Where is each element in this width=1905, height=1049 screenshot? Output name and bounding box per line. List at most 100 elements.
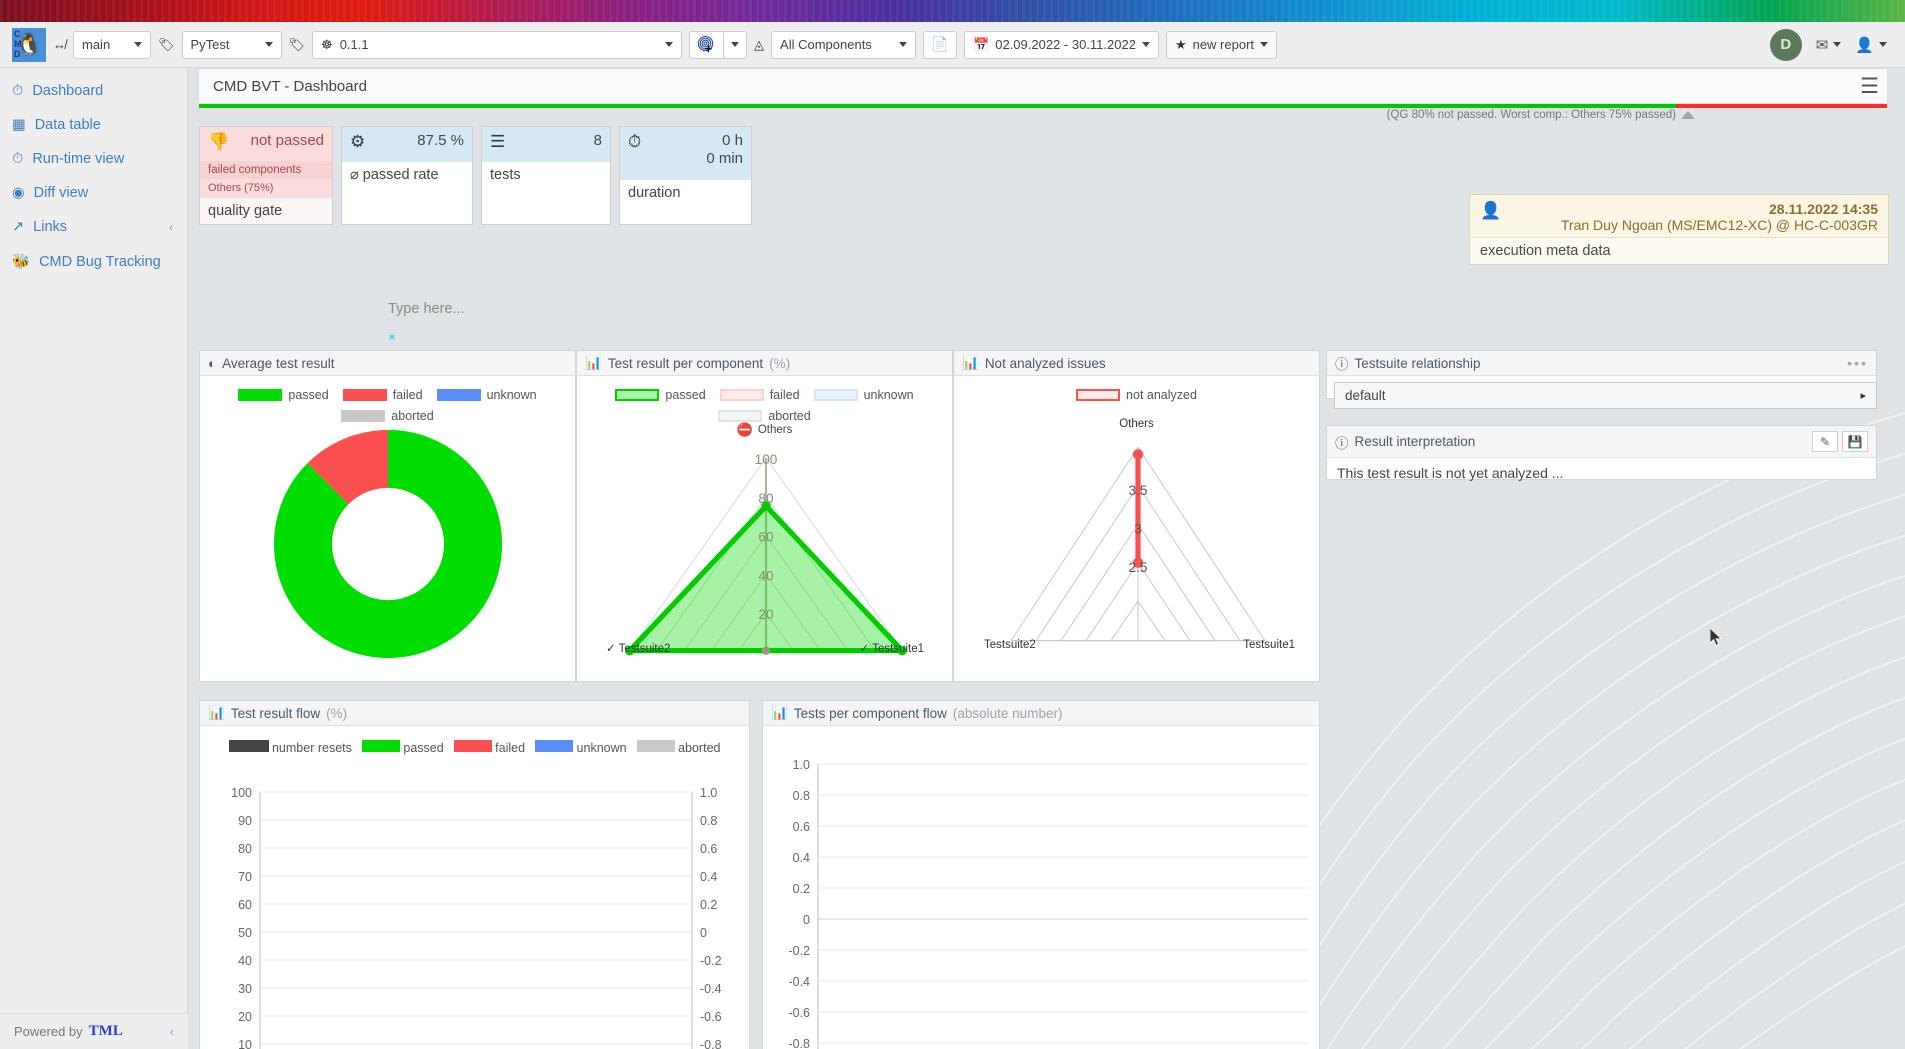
copy-icon: 📄 (931, 36, 948, 53)
legend-swatch-passed (238, 389, 282, 401)
sidebar-item-cmd-bug-tracking[interactable]: 🐝 CMD Bug Tracking (0, 244, 187, 279)
y-right-tick: 0.6 (700, 842, 717, 856)
legend-item-number-resets[interactable]: number resets (229, 740, 352, 755)
version-star-icon: ☸ (321, 37, 333, 53)
components-select[interactable]: All Components (771, 31, 916, 59)
collapse-triangle-icon[interactable] (1681, 111, 1695, 119)
legend-item-failed[interactable]: failed (343, 388, 423, 402)
radar-axis-label-testsuite2: ✓ Testsuite2 (606, 641, 670, 655)
meta-date: 28.11.2022 14:35 (1511, 201, 1878, 217)
branch-value: main (82, 37, 110, 52)
target-icon: ◉ (12, 185, 25, 201)
version-select[interactable]: ☸ 0.1.1 (312, 31, 682, 59)
panel-subtitle: (%) (769, 356, 790, 371)
radar-tick-60: 60 (758, 530, 774, 545)
y-tick: 0.4 (793, 851, 810, 865)
mouse-cursor (1710, 628, 1722, 647)
rainbow-strip (0, 0, 1905, 22)
bar-chart-icon: 📊 (208, 705, 225, 721)
chevron-right-icon: ▸ (1860, 389, 1866, 402)
legend-label: aborted (391, 409, 433, 423)
radar-axis-label-testsuite1: Testsuite1 (1243, 639, 1295, 651)
person-icon: 👤 (1480, 201, 1501, 233)
messages-menu[interactable]: ✉ (1816, 36, 1842, 54)
kpi-duration[interactable]: ⏱ 0 h 0 min duration (619, 126, 752, 225)
kpi-label: duration (620, 179, 751, 206)
fingerprint-dropdown-toggle[interactable] (723, 31, 747, 59)
page-title-bar: CMD BVT - Dashboard ☰ (198, 68, 1888, 104)
sidebar-item-dashboard[interactable]: ⏱ Dashboard (0, 74, 187, 108)
sidebar-item-links[interactable]: ↗ Links ‹ (0, 210, 187, 244)
legend-item-aborted[interactable]: aborted (637, 740, 721, 755)
y-left-tick: 10 (238, 1038, 252, 1049)
axis-label: Others (1119, 418, 1154, 430)
radar-tick-100: 100 (755, 452, 778, 467)
legend-item-passed[interactable]: passed (238, 388, 328, 402)
fingerprint-split-button[interactable] (689, 31, 747, 59)
save-icon[interactable]: 💾 (1842, 431, 1868, 452)
axis-label: Testsuite1 (1243, 639, 1295, 651)
legend-item-unknown[interactable]: unknown (814, 388, 914, 402)
user-menu[interactable]: 👤 (1855, 36, 1887, 54)
legend-item-unknown[interactable]: unknown (437, 388, 537, 402)
mail-icon: ✉ (1816, 36, 1829, 54)
page-menu-button[interactable]: ☰ (1860, 74, 1879, 99)
new-report-button[interactable]: ★ new report (1166, 31, 1277, 59)
chevron-down-icon (265, 42, 273, 47)
kpi-value: not passed (251, 132, 324, 150)
y-left-tick: 40 (238, 954, 252, 968)
legend-item-passed[interactable]: passed (615, 388, 705, 402)
radar-axis-label-others: ⛔ Others (737, 422, 793, 438)
legend-label: aborted (678, 741, 720, 755)
result-interpretation-text: This test result is not yet analyzed ... (1327, 458, 1876, 488)
axis-label: Testsuite1 (872, 643, 924, 655)
y-left-tick: 90 (238, 814, 252, 828)
tag-input-placeholder[interactable]: Type here... (388, 301, 465, 317)
legend-item-failed[interactable]: failed (454, 740, 525, 755)
chevron-down-icon (899, 42, 907, 47)
y-tick: 0.6 (793, 820, 810, 834)
sidebar-item-run-time-view[interactable]: ⏱ Run-time view (0, 142, 187, 176)
execution-meta-card: 👤 28.11.2022 14:35 Tran Duy Ngoan (MS/EM… (1469, 194, 1889, 265)
app-logo[interactable]: CMD 🐧 (12, 28, 46, 62)
blocked-icon: ⛔ (737, 422, 753, 438)
tml-brand[interactable]: TML (89, 1023, 123, 1040)
chevron-down-icon (665, 42, 673, 47)
kpi-tests[interactable]: ☰ 8 tests (481, 126, 611, 225)
gear-icon: ⚙ (350, 132, 365, 152)
legend-item-passed[interactable]: passed (362, 740, 444, 755)
kpi-passed-rate[interactable]: ⚙ 87.5 % ⌀ passed rate (341, 126, 473, 225)
legend-item-not-analyzed[interactable]: not analyzed (1076, 388, 1197, 402)
line-chart-tests-per-component-flow[interactable]: 1.0 0.8 0.6 0.4 0.2 0 -0.2 -0.4 -0.6 -0.… (763, 734, 1321, 1049)
sidebar-item-diff-view[interactable]: ◉ Diff view (0, 176, 187, 210)
branch-select[interactable]: main (73, 31, 151, 59)
radar-tick-40: 40 (758, 568, 774, 583)
testsuite-relationship-select[interactable]: default ▸ (1334, 382, 1877, 409)
fingerprint-add-icon[interactable] (689, 31, 723, 59)
y-right-tick: -0.6 (700, 1010, 722, 1024)
y-tick: -0.2 (788, 944, 810, 958)
dashboard-icon: ⏱ (12, 83, 23, 99)
legend-item-aborted[interactable]: aborted (210, 409, 565, 423)
sidebar-collapse-button[interactable]: ‹ (170, 1024, 174, 1039)
sidebar-item-data-table[interactable]: ▦ Data table (0, 108, 187, 142)
avatar[interactable]: D (1770, 29, 1802, 61)
panel-title: Tests per component flow (794, 706, 947, 721)
panel-menu-button[interactable]: ••• (1847, 355, 1868, 371)
date-range-button[interactable]: 📅 02.09.2022 - 30.11.2022 (964, 31, 1159, 59)
project-select[interactable]: PyTest (182, 31, 282, 59)
sidebar-item-label: Dashboard (32, 83, 103, 99)
legend-item-unknown[interactable]: unknown (535, 740, 627, 755)
bar-chart-icon: 📊 (771, 705, 788, 721)
radar-chart-not-analyzed-issues[interactable]: 3.5 3 2.5 (966, 416, 1310, 676)
axis-label: Testsuite2 (619, 643, 671, 655)
line-chart-test-result-flow[interactable]: 100 90 80 70 60 50 40 30 20 10 0 1.0 (200, 774, 751, 1049)
legend-swatch-passed (362, 740, 400, 752)
panel-title: Average test result (222, 356, 334, 371)
donut-chart-average-test-result[interactable] (272, 428, 504, 660)
date-range-value: 02.09.2022 - 30.11.2022 (995, 37, 1136, 52)
legend-item-failed[interactable]: failed (720, 388, 800, 402)
edit-icon[interactable]: ✎ (1812, 431, 1838, 452)
kpi-quality-gate[interactable]: 👎 not passed failed components Others (7… (199, 126, 333, 225)
copy-report-button[interactable]: 📄 (923, 31, 957, 59)
